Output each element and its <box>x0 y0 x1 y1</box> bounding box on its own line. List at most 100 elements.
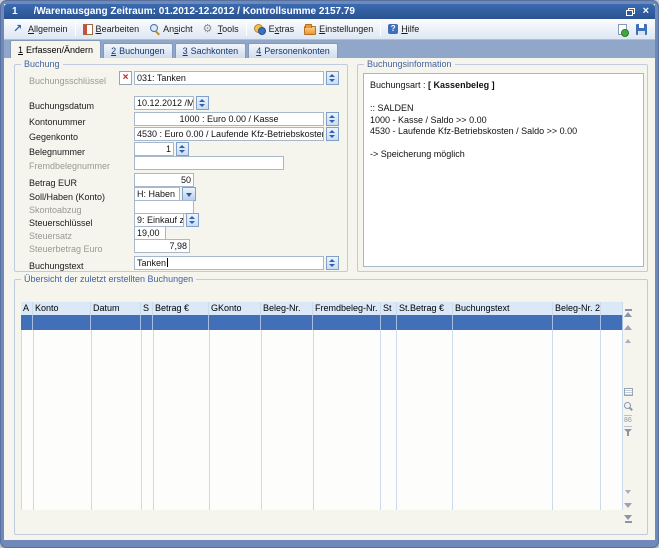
table-selected-row[interactable] <box>21 315 623 330</box>
menu-item-einstellungen[interactable]: Einstellungen <box>299 21 378 37</box>
grid-column <box>381 330 397 510</box>
kontonummer-input[interactable]: 1000 : Euro 0.00 / Kasse <box>134 112 324 126</box>
scroll-down-small-icon[interactable] <box>624 487 633 497</box>
tab-personenkonten[interactable]: 4Personenkonten <box>248 43 338 58</box>
settings-folder-icon <box>304 26 316 35</box>
field-row-steuerschluessel: Steuerschlüssel 9: Einkauf zu <box>29 213 343 227</box>
menu-item-ansicht[interactable]: Ansicht <box>144 22 198 37</box>
filter-icon[interactable] <box>624 428 633 438</box>
belegnummer-input[interactable]: 1 <box>134 142 174 156</box>
view-magnifier-icon <box>149 24 160 35</box>
gegenkonto-spinner-button[interactable] <box>326 127 339 141</box>
scroll-down-icon[interactable] <box>624 500 633 510</box>
clear-icon[interactable] <box>119 71 132 85</box>
kontonummer-spinner-button[interactable] <box>326 112 339 126</box>
gegenkonto-input[interactable]: 4530 : Euro 0.00 / Laufende Kfz-Betriebs… <box>134 127 324 141</box>
tab-sachkonten[interactable]: 3Sachkonten <box>175 43 247 58</box>
steuerbetrag-euro-label: Steuerbetrag Euro <box>29 244 103 254</box>
column-header-datum[interactable]: Datum <box>91 302 141 315</box>
info-line: 4530 - Laufende Kfz-Betriebskosten / Sal… <box>370 126 637 138</box>
info-line <box>370 138 637 150</box>
column-header-gkonto[interactable]: GKonto <box>209 302 261 315</box>
buchungsinformation-panel: Buchungsart : [ Kassenbeleg ] :: SALDEN1… <box>363 73 644 267</box>
field-row-buchungsdatum: Buchungsdatum 10.12.2012 /Mo <box>29 96 343 110</box>
restore-icon[interactable] <box>626 8 635 16</box>
grid-column <box>397 330 453 510</box>
groupbox-uebersicht: Übersicht der zuletzt erstellten Buchung… <box>14 279 648 535</box>
menu-item-hilfe[interactable]: Hilfe <box>383 22 424 36</box>
field-row-steuerbetrag-euro: Steuerbetrag Euro 7,98 <box>29 239 343 253</box>
menu-item-extras[interactable]: Extras <box>249 22 300 37</box>
menu-item-bearbeiten[interactable]: Bearbeiten <box>78 22 145 37</box>
steuerbetrag-euro-input[interactable]: 7,98 <box>134 239 190 253</box>
column-header-betrag-[interactable]: Betrag € <box>153 302 209 315</box>
selected-row-cell <box>261 315 313 330</box>
groupbox-buchungsinformation-label: Buchungsinformation <box>364 59 455 70</box>
scroll-bottom-icon[interactable] <box>624 513 633 523</box>
column-header-buchungstext[interactable]: Buchungstext <box>453 302 553 315</box>
title-bar: 1 /Warenausgang Zeitraum: 01.2012-12.201… <box>4 4 655 19</box>
tab-erfassen-ändern[interactable]: 1Erfassen/Ändern <box>10 40 101 58</box>
betrag-eur-input[interactable]: 50 <box>134 173 194 187</box>
selected-row-cell <box>21 315 33 330</box>
close-icon[interactable]: × <box>643 6 649 17</box>
buchungstext-input[interactable]: Tanken <box>134 256 324 270</box>
menu-item-allgemein[interactable]: Allgemein <box>8 22 73 37</box>
buchungstext-spinner-button[interactable] <box>326 256 339 270</box>
selected-row-cell <box>33 315 91 330</box>
scroll-up-icon[interactable] <box>624 323 633 333</box>
column-header-konto[interactable]: Konto <box>33 302 91 315</box>
menu-item-label: Ansicht <box>163 24 193 34</box>
steuerschluessel-spinner-button[interactable] <box>186 213 199 227</box>
column-header-s[interactable]: S <box>141 302 153 315</box>
buchungsdatum-input[interactable]: 10.12.2012 /Mo <box>134 96 194 110</box>
menu-item-label: Bearbeiten <box>96 24 140 34</box>
belegnummer-spinner-button[interactable] <box>176 142 189 156</box>
steuersatz-input[interactable]: 19,00 <box>134 226 166 240</box>
buchungsart-value: [ Kassenbeleg ] <box>428 80 495 90</box>
menu-item-label: Tools <box>218 24 239 34</box>
text-cursor <box>167 258 168 267</box>
column-header-st[interactable]: St <box>381 302 397 315</box>
grid-column <box>262 330 314 510</box>
selected-row-cell <box>453 315 553 330</box>
menu-item-tools[interactable]: Tools <box>198 22 244 37</box>
column-header-beleg-nr-[interactable]: Beleg-Nr. <box>261 302 313 315</box>
table-header-row: AKontoDatumSBetrag €GKontoBeleg-Nr.Fremd… <box>21 301 623 315</box>
count-icon[interactable] <box>624 415 633 425</box>
gegenkonto-label: Gegenkonto <box>29 132 78 142</box>
new-record-icon[interactable] <box>618 24 627 35</box>
grid-column <box>154 330 210 510</box>
save-icon[interactable] <box>636 24 647 35</box>
card-icon[interactable] <box>624 388 633 396</box>
soll-haben-select[interactable]: H: Haben <box>134 187 180 201</box>
column-header-st-betrag-[interactable]: St.Betrag € <box>397 302 453 315</box>
selected-row-cell <box>313 315 381 330</box>
column-header-a[interactable]: A <box>21 302 33 315</box>
info-line <box>370 92 637 104</box>
grid-column <box>142 330 154 510</box>
field-row-kontonummer: Kontonummer 1000 : Euro 0.00 / Kasse <box>29 112 343 126</box>
grid-column <box>34 330 92 510</box>
buchungsart-line: Buchungsart : [ Kassenbeleg ] <box>370 80 637 92</box>
app-window: 1 /Warenausgang Zeitraum: 01.2012-12.201… <box>0 0 659 548</box>
grid-column <box>314 330 382 510</box>
chevron-down-icon[interactable] <box>182 187 196 201</box>
search-icon[interactable] <box>624 402 634 412</box>
scroll-up-small-icon[interactable] <box>624 336 633 346</box>
grid-column <box>92 330 142 510</box>
skontoabzug-input[interactable] <box>134 200 194 214</box>
menu-item-label: Einstellungen <box>319 24 373 34</box>
scroll-top-icon[interactable] <box>624 309 633 319</box>
tab-buchungen[interactable]: 2Buchungen <box>103 43 173 58</box>
buchungsdatum-spinner-button[interactable] <box>196 96 209 110</box>
buchungsschluessel-input[interactable]: 031: Tanken <box>134 71 324 85</box>
column-header-beleg-nr-2[interactable]: Beleg-Nr. 2 <box>553 302 601 315</box>
field-row-buchungsschluessel: Buchungsschlüssel 031: Tanken <box>29 71 343 85</box>
buchungsschluessel-spinner-button[interactable] <box>326 71 339 85</box>
column-header-fremdbeleg-nr-[interactable]: Fremdbeleg-Nr. <box>313 302 381 315</box>
info-line: :: SALDEN <box>370 103 637 115</box>
steuerschluessel-input[interactable]: 9: Einkauf zu <box>134 213 184 227</box>
fremdbelegnummer-input[interactable] <box>134 156 284 170</box>
groupbox-buchung-label: Buchung <box>21 59 63 70</box>
